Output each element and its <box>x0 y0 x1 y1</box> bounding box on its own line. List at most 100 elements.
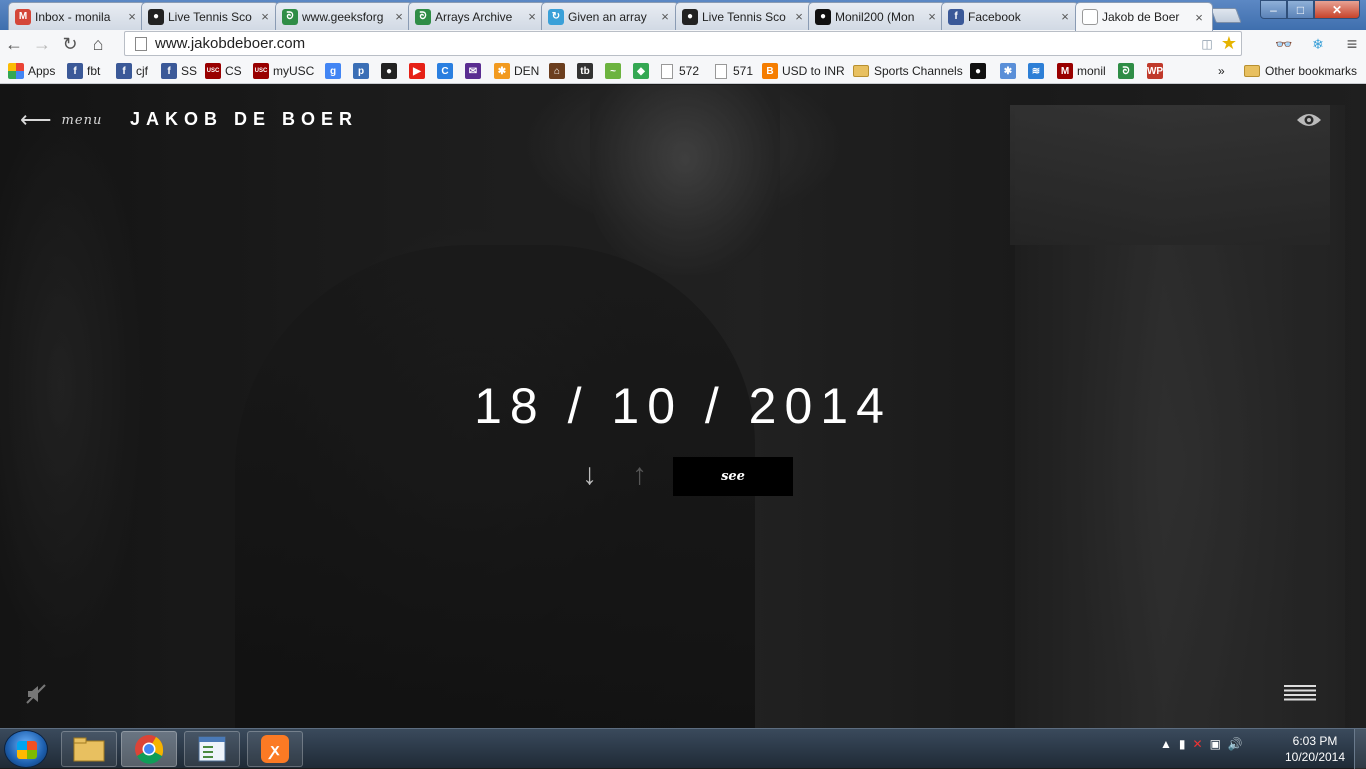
grid-menu-icon[interactable] <box>1284 685 1316 701</box>
close-window-button[interactable]: ✕ <box>1314 0 1360 19</box>
folder-icon <box>73 737 105 762</box>
browser-tab[interactable]: M Inbox - monila × <box>8 2 146 30</box>
close-tab-icon[interactable]: × <box>525 9 539 24</box>
browser-tab[interactable]: ● Live Tennis Sco × <box>675 2 813 30</box>
bookmark-item[interactable]: USC myUSC <box>253 62 314 80</box>
bookmark-item[interactable]: f cjf <box>116 62 148 80</box>
geeksforgeeks-icon: ᘐ <box>282 8 298 25</box>
bookmark-label: CS <box>225 64 242 78</box>
other-bookmarks-label: Other bookmarks <box>1265 64 1358 78</box>
close-tab-icon[interactable]: × <box>1192 10 1206 25</box>
xampp-app[interactable]: ꭗ <box>247 731 303 767</box>
bookmark-item[interactable]: ≋ <box>1028 62 1048 80</box>
action-center-icon[interactable]: ✕ <box>1193 737 1203 751</box>
close-tab-icon[interactable]: × <box>658 9 672 24</box>
bookmark-item[interactable]: ✉ <box>465 62 485 80</box>
bookmark-item[interactable]: ᘐ <box>1118 62 1138 80</box>
close-tab-icon[interactable]: × <box>125 9 139 24</box>
volume-icon[interactable]: 🔊 <box>1228 737 1243 751</box>
close-tab-icon[interactable]: × <box>925 9 939 24</box>
page-action-icon[interactable]: ◫ <box>1197 37 1217 51</box>
back-button[interactable]: ← <box>0 32 28 56</box>
loading-icon: ↻ <box>548 8 564 25</box>
bookmark-item[interactable]: C <box>437 62 457 80</box>
minimize-button[interactable]: – <box>1260 0 1287 19</box>
bookmark-item[interactable]: Apps <box>8 62 55 80</box>
document-window-icon <box>198 736 226 762</box>
reload-button[interactable]: ↻ <box>56 32 84 56</box>
site-title[interactable]: JAKOB DE BOER <box>130 109 358 130</box>
bookmark-item[interactable]: p <box>353 62 373 80</box>
other-bookmarks-folder[interactable]: Other bookmarks <box>1244 62 1357 80</box>
chrome-menu-icon[interactable]: ≡ <box>1340 33 1364 55</box>
bookmark-item[interactable]: 571 <box>715 62 753 80</box>
bookmark-item[interactable]: ✱ DEN <box>494 62 539 80</box>
show-desktop-button[interactable] <box>1354 729 1366 769</box>
bookmark-item[interactable]: ● <box>970 62 990 80</box>
bookmarks-overflow-button[interactable]: » <box>1218 62 1225 80</box>
bookmark-item[interactable]: USC CS <box>205 62 242 80</box>
clock-date: 10/20/2014 <box>1284 750 1346 764</box>
power-icon[interactable]: ▣ <box>1210 737 1221 751</box>
browser-tab[interactable]: ↻ Given an array × <box>541 2 679 30</box>
eye-icon[interactable] <box>1296 111 1322 129</box>
bookmark-item[interactable]: ~ <box>605 62 625 80</box>
bookmark-favicon-icon: WP <box>1147 63 1163 79</box>
explorer-app[interactable] <box>61 731 117 767</box>
bookmark-item[interactable]: B USD to INR <box>762 62 845 80</box>
windows-logo-icon <box>17 741 37 759</box>
show-hidden-icons-icon[interactable]: ▲ <box>1160 737 1172 751</box>
close-tab-icon[interactable]: × <box>792 9 806 24</box>
bookmark-item[interactable]: f fbt <box>67 62 100 80</box>
document-icon <box>661 63 673 79</box>
tab-title: Jakob de Boer <box>1102 10 1180 24</box>
close-tab-icon[interactable]: × <box>392 9 406 24</box>
arrow-up-icon[interactable]: ↑ <box>632 458 647 492</box>
bookmark-item[interactable]: ▶ <box>409 62 429 80</box>
browser-tab[interactable]: Jakob de Boer × <box>1075 2 1213 31</box>
bookmark-item[interactable]: ✱ <box>1000 62 1020 80</box>
browser-tab[interactable]: ● Live Tennis Sco × <box>141 2 279 30</box>
bookmark-item[interactable]: 572 <box>661 62 699 80</box>
bookmark-favicon-icon: ▶ <box>409 63 425 79</box>
close-tab-icon[interactable]: × <box>1058 9 1072 24</box>
forward-button[interactable]: → <box>28 32 56 56</box>
home-button[interactable]: ⌂ <box>84 32 112 56</box>
network-signal-icon[interactable]: ▮ <box>1179 737 1186 751</box>
system-tray: ▲ ▮ ✕ ▣ 🔊 <box>1160 737 1243 751</box>
start-button[interactable] <box>4 730 48 768</box>
maximize-button[interactable]: □ <box>1287 0 1314 19</box>
address-bar[interactable]: www.jakobdeboer.com ◫ ★ <box>124 31 1242 56</box>
post-date: 18 / 10 / 2014 <box>474 378 892 434</box>
bookmark-item[interactable]: ◆ <box>633 62 653 80</box>
notepad-app[interactable] <box>184 731 240 767</box>
clock[interactable]: 6:03 PM 10/20/2014 <box>1280 733 1350 765</box>
browser-tab[interactable]: ᘐ Arrays Archive × <box>408 2 546 30</box>
see-button[interactable]: see <box>673 457 793 496</box>
browser-tab[interactable]: ᘐ www.geeksforg × <box>275 2 413 30</box>
browser-tab[interactable]: f Facebook × <box>941 2 1079 30</box>
new-tab-button[interactable] <box>1210 8 1242 23</box>
bookmark-star-icon[interactable]: ★ <box>1217 33 1241 54</box>
chrome-app[interactable] <box>121 731 177 767</box>
tennis-icon: ● <box>148 8 164 25</box>
close-tab-icon[interactable]: × <box>258 9 272 24</box>
bookmark-item[interactable]: Mmonil <box>1057 62 1106 80</box>
extension-icon[interactable]: ❄ <box>1306 33 1330 55</box>
bookmark-favicon-icon: USC <box>205 63 221 79</box>
arrow-down-icon[interactable]: ↓ <box>582 458 597 492</box>
browser-tab[interactable]: ● Monil200 (Mon × <box>808 2 946 30</box>
bookmark-item[interactable]: Sports Channels <box>853 62 963 80</box>
bookmark-item[interactable]: ● <box>381 62 401 80</box>
bookmark-item[interactable]: g <box>325 62 345 80</box>
incognito-extension-icon[interactable]: 👓 <box>1272 33 1296 55</box>
bookmark-item[interactable]: ⌂ <box>549 62 569 80</box>
sound-mute-icon[interactable] <box>25 683 47 705</box>
bookmark-label: Apps <box>28 64 56 78</box>
bookmark-item[interactable]: f SS <box>161 62 197 80</box>
bookmark-item[interactable]: WP <box>1147 62 1167 80</box>
github-icon: ● <box>815 8 831 25</box>
page-content: ⟵ menu JAKOB DE BOER 18 / 10 / 2014 ↓ ↑ … <box>0 85 1366 728</box>
menu-button[interactable]: ⟵ menu <box>20 109 102 131</box>
bookmark-item[interactable]: tb <box>577 62 597 80</box>
